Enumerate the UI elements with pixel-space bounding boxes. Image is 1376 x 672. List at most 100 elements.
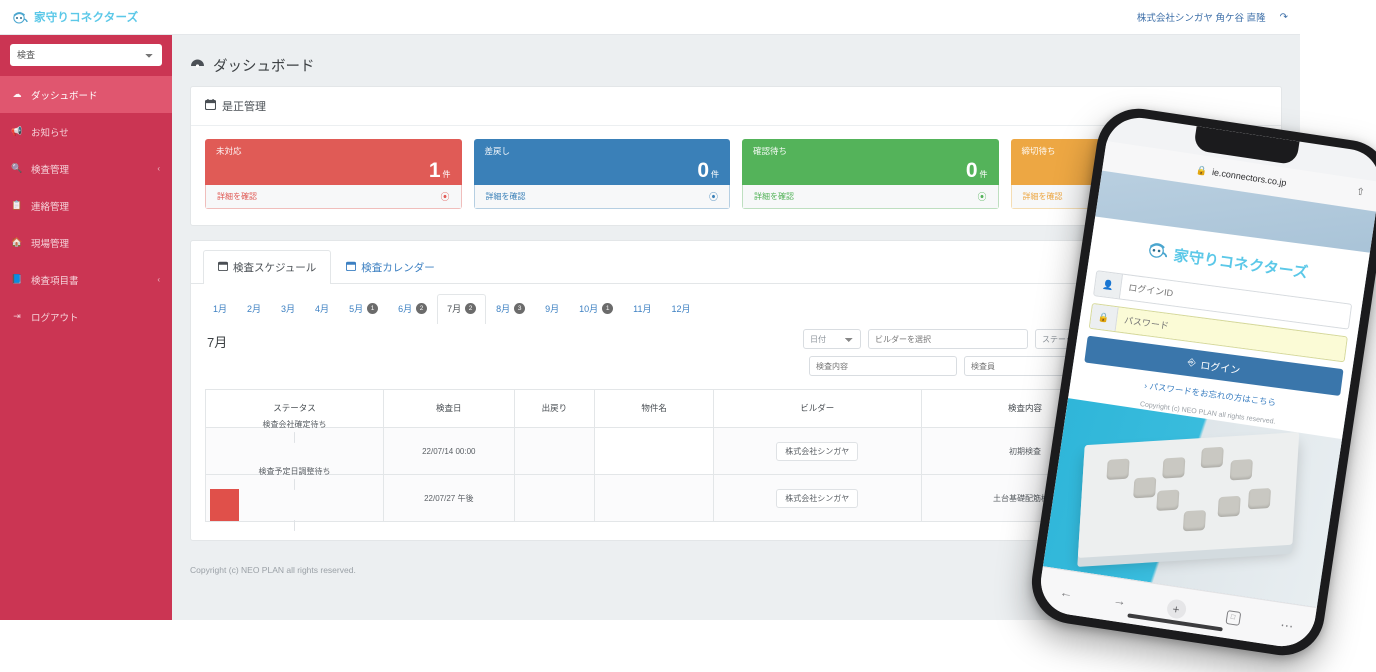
brand-logo[interactable]: 家守りコネクターズ	[12, 9, 138, 25]
home-icon: 🏠	[11, 237, 23, 248]
card-count: 1件	[429, 160, 451, 181]
card-detail-link[interactable]: 詳細を確認 ⦿	[474, 185, 731, 209]
current-user-label: 株式会社シンガヤ 角ケ谷 直隆	[1137, 10, 1266, 24]
sidebar-item-notices[interactable]: 📢 お知らせ	[0, 113, 172, 150]
tab-inspection-schedule[interactable]: 検査スケジュール	[203, 250, 331, 284]
month-label: 4月	[315, 302, 329, 315]
calendar-icon	[218, 261, 228, 274]
month-label: 12月	[672, 302, 691, 315]
card-label: 未対応	[216, 145, 451, 157]
cell-property	[595, 475, 714, 522]
builder-filter-input[interactable]	[868, 329, 1028, 349]
sidebar-item-label: 検査管理	[31, 162, 69, 176]
card-detail-link[interactable]: 詳細を確認 ⦿	[205, 185, 462, 209]
share-icon[interactable]: ⇧	[1355, 187, 1365, 199]
month-badge: 1	[602, 303, 613, 314]
card-label: 確認待ち	[753, 145, 988, 157]
card-detail-link[interactable]: 詳細を確認 ⦿	[742, 185, 999, 209]
phone-page-content: 家守りコネクターズ 👤 🔒 ⎆ ログイン › パスワードをお忘れの	[1043, 171, 1376, 608]
sidebar-item-logout[interactable]: ⇥ ログアウト	[0, 298, 172, 335]
status-label: 検査会社確定待ち	[210, 419, 379, 430]
month-badge: 1	[367, 303, 378, 314]
month-tab-11[interactable]: 11月	[623, 294, 661, 324]
cell-builder: 株式会社シンガヤ	[713, 475, 921, 522]
month-label: 2月	[247, 302, 261, 315]
plus-icon[interactable]: +	[1165, 598, 1187, 620]
brand-name: 家守りコネクターズ	[34, 9, 138, 25]
tab-label: 検査スケジュール	[233, 260, 316, 275]
tab-label: 検査カレンダー	[361, 260, 435, 275]
page-title: ダッシュボード	[172, 35, 1300, 86]
card-unit: 件	[711, 170, 719, 179]
card-top: 確認待ち 0件	[742, 139, 999, 185]
sidebar-item-site-management[interactable]: 🏠 現場管理	[0, 224, 172, 261]
cell-return	[514, 428, 595, 475]
month-badge: 2	[465, 303, 476, 314]
month-tab-1[interactable]: 1月	[203, 294, 237, 324]
month-tab-6[interactable]: 6月2	[388, 294, 437, 324]
month-label: 10月	[579, 302, 598, 315]
inspection-mode-select[interactable]: 検査	[10, 44, 162, 66]
card-unit: 件	[443, 170, 451, 179]
arrow-circle-icon: ⦿	[977, 190, 986, 203]
url-text: ie.connectors.co.jp	[1211, 167, 1287, 188]
month-tab-7[interactable]: 7月 2	[437, 294, 486, 324]
month-badge: 2	[416, 303, 427, 314]
sidebar-item-label: お知らせ	[31, 125, 69, 139]
sidebar-item-inspection-items[interactable]: 📘 検査項目書 ‹	[0, 261, 172, 298]
foundation-block-graphic	[1078, 432, 1299, 558]
date-filter-select[interactable]: 日付	[803, 329, 861, 349]
sidebar-item-label: 連絡管理	[31, 199, 69, 213]
sidebar-select-wrapper: 検査	[0, 44, 172, 76]
cell-builder: 株式会社シンガヤ	[713, 428, 921, 475]
logout-icon[interactable]: ↷	[1280, 12, 1288, 23]
tabs-icon[interactable]: □	[1225, 609, 1241, 625]
month-tab-8[interactable]: 8月3	[486, 294, 535, 324]
calendar-icon	[346, 261, 356, 274]
status-card-awaiting-confirmation[interactable]: 確認待ち 0件 詳細を確認 ⦿	[742, 139, 999, 209]
builder-chip[interactable]: 株式会社シンガヤ	[776, 442, 858, 461]
dashboard-icon: ☁	[11, 89, 23, 100]
login-icon: ⎆	[1187, 357, 1196, 369]
contact-icon: 📋	[11, 200, 23, 211]
sidebar-item-dashboard[interactable]: ☁ ダッシュボード	[0, 76, 172, 113]
tab-inspection-calendar[interactable]: 検査カレンダー	[331, 250, 450, 284]
card-count: 0件	[697, 160, 719, 181]
forward-icon[interactable]: →	[1112, 592, 1127, 609]
month-tab-5[interactable]: 5月 1	[339, 294, 388, 324]
month-label: 8月	[496, 302, 510, 315]
month-tab-2[interactable]: 2月	[237, 294, 271, 324]
month-tab-10[interactable]: 10月 1	[569, 294, 623, 324]
header-right: 株式会社シンガヤ 角ケ谷 直隆 ↷	[1137, 10, 1288, 24]
cell-property	[595, 428, 714, 475]
month-label: 7月	[447, 302, 461, 315]
status-card-returned[interactable]: 差戻し 0件 詳細を確認 ⦿	[474, 139, 731, 209]
user-icon: 👤	[1094, 271, 1123, 298]
month-tab-12[interactable]: 12月	[662, 294, 701, 324]
sidebar-item-inspection-management[interactable]: 🔍 検査管理 ‹	[0, 150, 172, 187]
status-progress-bar	[210, 479, 379, 531]
content-filter-input[interactable]	[809, 356, 957, 376]
search-icon: 🔍	[11, 163, 23, 174]
chevron-left-icon: ‹	[157, 275, 160, 284]
sidebar-item-contact-management[interactable]: 📋 連絡管理	[0, 187, 172, 224]
builder-chip[interactable]: 株式会社シンガヤ	[776, 489, 858, 508]
card-link-label: 詳細を確認	[217, 191, 257, 202]
card-unit: 件	[980, 170, 988, 179]
month-label: 9月	[545, 302, 559, 315]
status-card-unhandled[interactable]: 未対応 1件 詳細を確認 ⦿	[205, 139, 462, 209]
status-label: 検査予定日調整待ち	[210, 466, 379, 477]
cell-date: 22/07/27 午後	[384, 475, 515, 522]
month-tab-4[interactable]: 4月	[305, 294, 339, 324]
month-label: 3月	[281, 302, 295, 315]
month-label: 5月	[349, 302, 363, 315]
card-label: 差戻し	[485, 145, 720, 157]
month-label: 11月	[633, 302, 651, 315]
card-link-label: 詳細を確認	[1023, 191, 1063, 202]
month-tab-9[interactable]: 9月	[535, 294, 569, 324]
month-tab-3[interactable]: 3月	[271, 294, 305, 324]
back-icon[interactable]: ←	[1059, 584, 1074, 601]
more-icon[interactable]: ⋯	[1279, 617, 1294, 635]
card-link-label: 詳細を確認	[486, 191, 526, 202]
login-button-label: ログイン	[1200, 357, 1242, 377]
